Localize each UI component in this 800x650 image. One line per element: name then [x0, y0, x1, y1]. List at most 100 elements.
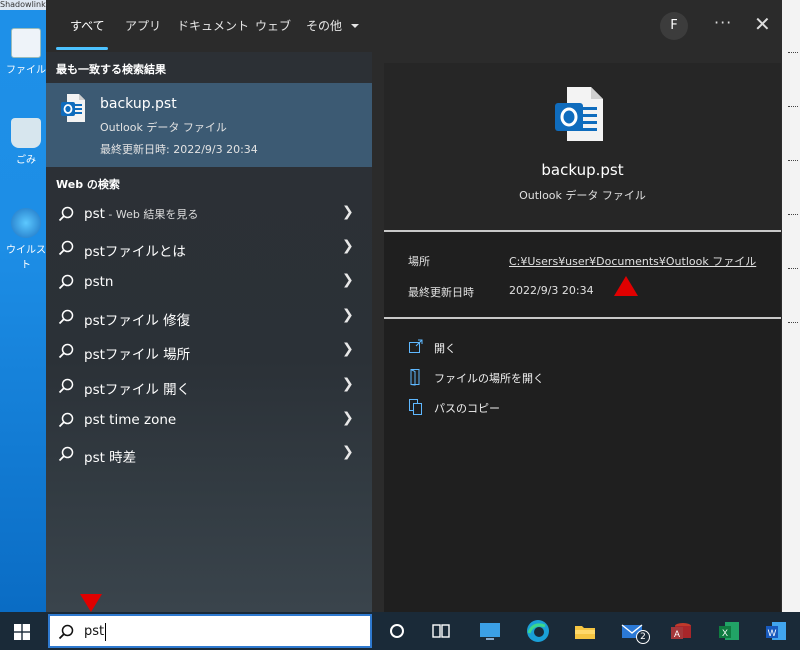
remote-desktop-icon[interactable]	[477, 618, 503, 644]
search-icon	[58, 378, 74, 394]
copy-path-label: パスのコピー	[434, 402, 500, 415]
excel-icon[interactable]: X	[716, 618, 742, 644]
web-result-suffix: - Web 結果を見る	[104, 208, 199, 221]
more-options-icon[interactable]: ···	[714, 13, 732, 32]
desktop-icon-label: ファイル	[6, 65, 46, 76]
antivirus-icon	[11, 208, 41, 238]
location-label: 場所	[408, 255, 430, 268]
web-result-item[interactable]: pstn ❯	[46, 265, 372, 299]
tab-all[interactable]: すべて	[70, 17, 105, 34]
close-icon[interactable]: ✕	[754, 12, 771, 36]
access-icon[interactable]: A	[668, 618, 694, 644]
web-result-item[interactable]: pst 時差 ❯	[46, 437, 372, 471]
web-result-label: pst 時差	[84, 450, 137, 466]
search-input[interactable]: pst	[48, 614, 372, 648]
chevron-right-icon: ❯	[342, 444, 354, 460]
windows-start-icon[interactable]	[14, 624, 30, 640]
active-tab-indicator	[56, 47, 108, 50]
file-explorer-icon[interactable]	[572, 618, 598, 644]
desktop-icon-label: ごみ	[16, 155, 36, 166]
best-match-item[interactable]: backup.pst Outlook データ ファイル 最終更新日時: 2022…	[46, 83, 372, 167]
search-icon	[58, 274, 74, 290]
location-link[interactable]: C:¥Users¥user¥Documents¥Outlook ファイル	[509, 253, 756, 269]
best-match-title: 最も一致する検索結果	[56, 63, 166, 76]
web-result-item[interactable]: pst time zone ❯	[46, 403, 372, 437]
open-action-label: 開く	[434, 342, 456, 355]
web-search-title: Web の検索	[56, 178, 120, 191]
text-cursor	[105, 623, 106, 641]
divider	[384, 230, 781, 232]
web-result-label: pst time zone	[84, 412, 177, 428]
web-result-item[interactable]: pst - Web 結果を見る ❯	[46, 197, 372, 231]
open-file-location-label: ファイルの場所を開く	[434, 372, 544, 385]
modified-label: 最終更新日時	[408, 286, 474, 299]
search-icon	[58, 240, 74, 256]
search-icon	[58, 206, 74, 222]
annotation-arrow-up	[614, 276, 638, 296]
recycle-bin-icon	[11, 118, 41, 148]
search-icon	[58, 624, 74, 640]
web-result-item[interactable]: pstファイルとは ❯	[46, 231, 372, 265]
file-shortcut-icon	[11, 28, 41, 58]
word-icon[interactable]: W	[763, 618, 789, 644]
preview-file-name: backup.pst	[541, 161, 624, 179]
copy-path-icon	[409, 399, 422, 415]
edge-icon[interactable]	[525, 618, 551, 644]
preview-pane: backup.pst Outlook データ ファイル 場所 C:¥Users¥…	[384, 63, 781, 612]
chevron-right-icon: ❯	[342, 238, 354, 254]
folder-location-icon	[410, 369, 420, 386]
web-result-label: pstファイルとは	[84, 244, 186, 260]
web-result-label: pstファイル 場所	[84, 347, 191, 363]
chevron-right-icon: ❯	[342, 376, 354, 392]
chevron-right-icon: ❯	[342, 341, 354, 357]
desktop-icon-recycle-bin[interactable]: ごみ	[2, 118, 50, 166]
tab-more[interactable]: その他	[306, 17, 360, 34]
chevron-right-icon: ❯	[342, 410, 354, 426]
search-icon	[58, 309, 74, 325]
best-match-name: backup.pst	[100, 96, 177, 112]
web-result-item[interactable]: pstファイル 場所 ❯	[46, 334, 372, 368]
chevron-right-icon: ❯	[342, 204, 354, 220]
results-list: 最も一致する検索結果 backup.pst Outlook データ ファイル 最…	[46, 52, 372, 612]
search-panel: すべて アプリ ドキュメント ウェブ その他 F ··· ✕ 最も一致する検索結…	[46, 0, 782, 612]
svg-text:W: W	[768, 628, 777, 638]
tab-more-label: その他	[306, 19, 343, 33]
desktop-icon-label: ウイルスト	[6, 245, 46, 271]
web-result-label: pstファイル 開く	[84, 382, 191, 398]
divider	[384, 317, 781, 319]
svg-text:X: X	[722, 628, 728, 638]
annotation-arrow-down	[80, 594, 102, 612]
outlook-file-icon	[61, 94, 85, 122]
search-icon	[58, 343, 74, 359]
svg-text:A: A	[674, 629, 680, 639]
mail-badge: 2	[636, 630, 650, 644]
desktop-icon-file[interactable]: ファイル	[2, 28, 50, 76]
preview-file-type: Outlook データ ファイル	[519, 189, 646, 202]
outlook-file-large-icon	[555, 87, 603, 141]
search-icon	[58, 446, 74, 462]
open-icon	[409, 339, 423, 353]
chevron-right-icon: ❯	[342, 272, 354, 288]
search-panel-header: すべて アプリ ドキュメント ウェブ その他 F ··· ✕	[46, 0, 782, 52]
web-result-item[interactable]: pstファイル 開く ❯	[46, 369, 372, 403]
avatar[interactable]: F	[660, 12, 688, 40]
background-window-edge	[782, 0, 800, 612]
web-result-label: pst	[84, 206, 105, 222]
search-input-value: pst	[84, 624, 105, 639]
modified-value: 2022/9/3 20:34	[509, 284, 594, 297]
chevron-down-icon	[350, 24, 359, 28]
desktop-icon-antivirus[interactable]: ウイルスト	[2, 208, 50, 271]
cortana-icon[interactable]	[384, 618, 410, 644]
taskbar: pst 2 A X W	[0, 612, 800, 650]
tab-web[interactable]: ウェブ	[255, 17, 291, 34]
web-result-label: pstファイル 修復	[84, 313, 191, 329]
tab-documents[interactable]: ドキュメント	[177, 17, 249, 34]
preview-header: backup.pst Outlook データ ファイル	[384, 63, 781, 231]
task-view-icon[interactable]	[428, 618, 454, 644]
web-result-item[interactable]: pstファイル 修復 ❯	[46, 300, 372, 334]
tab-apps[interactable]: アプリ	[125, 17, 161, 34]
best-match-type: Outlook データ ファイル	[100, 121, 227, 134]
best-match-modified: 最終更新日時: 2022/9/3 20:34	[100, 143, 258, 156]
web-result-label: pstn	[84, 274, 114, 290]
search-icon	[58, 412, 74, 428]
